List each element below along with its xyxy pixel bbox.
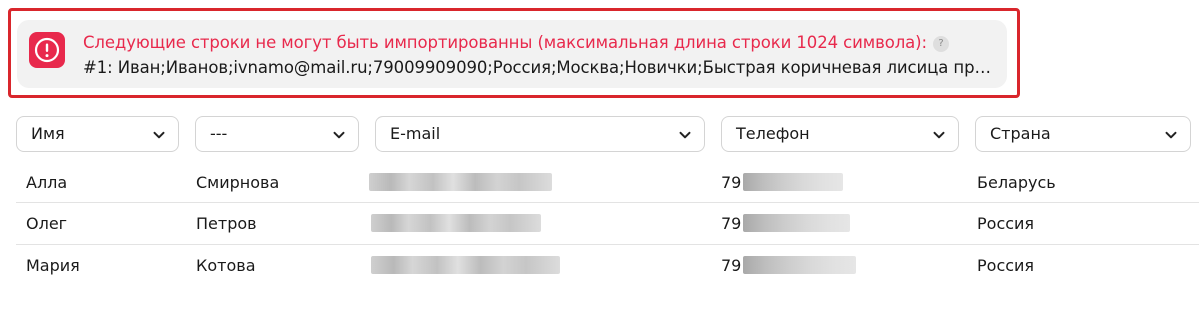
exclamation-circle-icon bbox=[29, 32, 65, 68]
phone-cell: 79 bbox=[721, 256, 742, 275]
row-divider bbox=[16, 202, 1199, 203]
phone-cell: 79 bbox=[721, 173, 742, 192]
chevron-down-icon bbox=[679, 131, 691, 139]
phone-cell-redacted bbox=[743, 173, 843, 191]
column-select-label: Имя bbox=[31, 124, 65, 143]
alert-title-text: Следующие строки не могут быть импортиро… bbox=[83, 33, 927, 52]
alert-rejected-row: #1: Иван;Иванов;ivnamo@mail.ru;790099090… bbox=[83, 58, 999, 77]
chevron-down-icon bbox=[933, 131, 945, 139]
question-circle-icon[interactable]: ? bbox=[932, 36, 949, 52]
last-name-cell: Петров bbox=[196, 214, 257, 233]
email-cell-redacted bbox=[369, 173, 552, 191]
column-select-1[interactable]: Имя bbox=[16, 116, 179, 152]
first-name-cell: Олег bbox=[26, 214, 68, 233]
row-divider bbox=[16, 244, 1199, 245]
column-select-label: Телефон bbox=[736, 124, 810, 143]
column-select-3[interactable]: E-mail bbox=[375, 116, 705, 152]
country-cell: Россия bbox=[977, 214, 1035, 233]
email-cell-redacted bbox=[371, 214, 541, 232]
column-select-2[interactable]: --- bbox=[195, 116, 359, 152]
column-select-label: E-mail bbox=[390, 124, 441, 143]
country-cell: Беларусь bbox=[977, 173, 1056, 192]
import-error-alert: Следующие строки не могут быть импортиро… bbox=[17, 20, 1007, 88]
chevron-down-icon bbox=[333, 131, 345, 139]
column-select-4[interactable]: Телефон bbox=[721, 116, 959, 152]
alert-title: Следующие строки не могут быть импортиро… bbox=[83, 33, 949, 52]
column-select-5[interactable]: Страна bbox=[975, 116, 1191, 152]
column-select-label: Страна bbox=[990, 124, 1051, 143]
column-select-label: --- bbox=[210, 124, 228, 143]
chevron-down-icon bbox=[153, 131, 165, 139]
phone-cell-redacted bbox=[743, 256, 856, 274]
country-cell: Россия bbox=[977, 256, 1035, 275]
first-name-cell: Алла bbox=[26, 173, 68, 192]
phone-cell-redacted bbox=[743, 214, 850, 232]
email-cell-redacted bbox=[371, 256, 560, 274]
phone-cell: 79 bbox=[721, 214, 742, 233]
last-name-cell: Котова bbox=[196, 256, 256, 275]
first-name-cell: Мария bbox=[26, 256, 80, 275]
last-name-cell: Смирнова bbox=[196, 173, 280, 192]
chevron-down-icon bbox=[1165, 131, 1177, 139]
